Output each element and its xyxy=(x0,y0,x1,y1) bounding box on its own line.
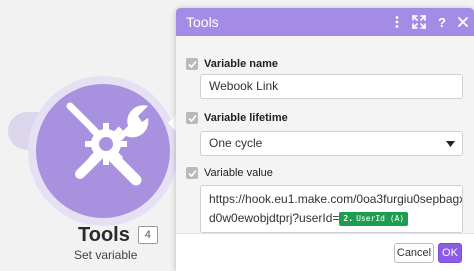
svg-text:?: ? xyxy=(438,15,446,29)
pill-module-number: 2. xyxy=(343,214,354,223)
close-icon[interactable] xyxy=(456,15,470,29)
mapped-variable-pill[interactable]: 2. UserId (A) xyxy=(339,212,409,226)
dialog-header: Tools ? xyxy=(176,8,474,36)
variable-value-line2-text: d0w0ewobjdtprj?userId= xyxy=(209,211,340,225)
variable-value-line2: d0w0ewobjdtprj?userId= 2. UserId (A) xyxy=(209,209,454,228)
ok-button[interactable]: OK xyxy=(438,243,462,263)
more-vertical-icon[interactable] xyxy=(390,15,404,29)
variable-value-label-text: Variable value xyxy=(204,167,273,179)
variable-value-line1: https://hook.eu1.make.com/0oa3furgiu0sep… xyxy=(209,192,463,206)
pill-label: UserId (A) xyxy=(356,214,405,223)
dialog-footer: Cancel OK xyxy=(176,233,474,271)
variable-value-input[interactable]: https://hook.eu1.make.com/0oa3furgiu0sep… xyxy=(200,185,463,233)
module-title-row: Tools 4 xyxy=(78,223,158,247)
variable-lifetime-value: One cycle xyxy=(209,136,263,150)
module-settings-dialog: Tools ? Variable name Webook Link Variab… xyxy=(176,8,474,271)
variable-name-label-text: Variable name xyxy=(204,58,278,70)
checkmark-icon[interactable] xyxy=(186,112,198,124)
dialog-title: Tools xyxy=(186,14,219,30)
module-id-badge: 4 xyxy=(137,226,158,244)
variable-name-label: Variable name xyxy=(186,56,278,72)
checkmark-icon[interactable] xyxy=(186,167,198,179)
wrench-gear-icon xyxy=(66,102,149,186)
variable-lifetime-select[interactable]: One cycle xyxy=(200,131,463,156)
variable-name-value: Webook Link xyxy=(209,79,279,93)
chevron-down-icon xyxy=(446,141,455,147)
cancel-button[interactable]: Cancel xyxy=(394,243,434,263)
module-subtitle: Set variable xyxy=(74,248,138,262)
variable-lifetime-label: Variable lifetime xyxy=(186,110,288,126)
variable-lifetime-label-text: Variable lifetime xyxy=(204,112,288,124)
module-title: Tools xyxy=(78,223,130,246)
variable-name-input[interactable]: Webook Link xyxy=(200,74,463,99)
help-icon[interactable]: ? xyxy=(435,15,449,29)
variable-value-label: Variable value xyxy=(186,165,273,181)
expand-icon[interactable] xyxy=(412,15,426,29)
checkmark-icon[interactable] xyxy=(186,58,198,70)
